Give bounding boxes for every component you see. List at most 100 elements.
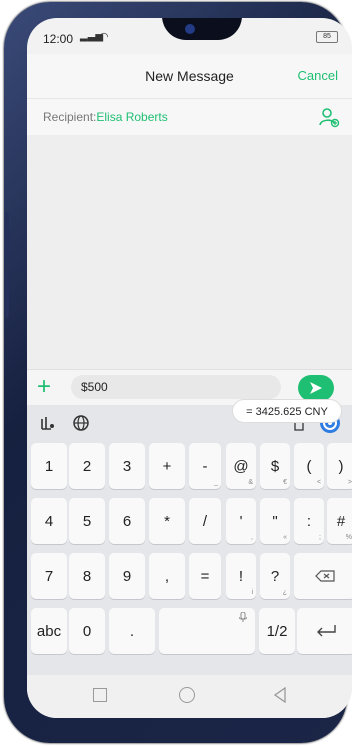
display-notch xyxy=(162,18,242,40)
key-row1-4[interactable]: - _ xyxy=(189,443,221,489)
key-row3-1[interactable]: 8 xyxy=(69,553,105,599)
key-row1-1[interactable]: 2 xyxy=(69,443,105,489)
phone-frame: 12:00 ▂▃▅ ◠ 85 New Message Cancel Recipi… xyxy=(4,2,352,743)
key-label: 6 xyxy=(122,512,132,530)
key-zero[interactable]: 0 xyxy=(69,608,105,654)
key-sublabel: _ xyxy=(214,479,218,486)
key-row1-0[interactable]: 1 xyxy=(31,443,67,489)
key-label: 5 xyxy=(82,512,92,530)
key-row1-3[interactable]: + xyxy=(149,443,185,489)
key-label: 4 xyxy=(44,512,54,530)
key-label: $ xyxy=(270,457,280,475)
key-sublabel: & xyxy=(248,479,253,486)
currency-conversion-tooltip[interactable]: = 3425.625 CNY xyxy=(232,399,342,423)
key-label: * xyxy=(164,512,170,530)
recipient-name[interactable]: Elisa Roberts xyxy=(96,110,167,124)
power-button xyxy=(5,272,9,318)
globe-icon[interactable] xyxy=(71,413,91,433)
key-row1-7[interactable]: (< xyxy=(294,443,324,489)
key-row2-2[interactable]: 6 xyxy=(109,498,145,544)
key-sublabel: « xyxy=(283,534,287,541)
key-sublabel: € xyxy=(283,479,287,486)
key-row2-6[interactable]: " « xyxy=(260,498,290,544)
half-width-key[interactable]: 1/2 xyxy=(259,608,295,654)
key-label: 3 xyxy=(122,457,132,475)
key-label: 7 xyxy=(44,567,54,585)
key-label: ( xyxy=(306,457,312,475)
key-label: " xyxy=(272,512,278,530)
key-row3-0[interactable]: 7 xyxy=(31,553,67,599)
key-row3-3[interactable]: , xyxy=(149,553,185,599)
add-contact-icon[interactable] xyxy=(318,106,340,128)
message-input[interactable]: $500 xyxy=(71,375,281,399)
send-button[interactable] xyxy=(298,375,334,401)
key-label: ) xyxy=(338,457,344,475)
microphone-icon xyxy=(239,612,247,622)
key-sublabel: ¿ xyxy=(282,589,287,596)
key-label: - xyxy=(202,457,208,475)
key-label: 9 xyxy=(122,567,132,585)
back-icon[interactable] xyxy=(273,687,287,703)
backspace-key[interactable] xyxy=(294,553,352,599)
enter-icon xyxy=(317,625,336,637)
key-sublabel: > xyxy=(347,479,352,486)
recipient-label: Recipient: xyxy=(43,110,97,124)
key-row3-5[interactable]: ! i xyxy=(226,553,256,599)
key-row3-2[interactable]: 9 xyxy=(109,553,145,599)
top-bar: New Message Cancel xyxy=(27,54,352,98)
key-sublabel: ; xyxy=(319,534,321,541)
message-area xyxy=(27,135,352,369)
key-row2-1[interactable]: 5 xyxy=(69,498,105,544)
key-row2-5[interactable]: ', xyxy=(226,498,256,544)
key-sublabel: i xyxy=(251,589,253,596)
key-row2-7[interactable]: :; xyxy=(294,498,324,544)
gesture-icon[interactable] xyxy=(37,413,57,433)
key-row1-8[interactable]: ) > xyxy=(327,443,352,489)
key-label: = xyxy=(200,567,210,585)
space-key[interactable] xyxy=(159,608,255,654)
key-row2-8[interactable]: #% xyxy=(327,498,352,544)
key-label: 1 xyxy=(44,457,54,475)
key-row1-5[interactable]: @ & xyxy=(226,443,256,489)
key-row2-4[interactable]: / xyxy=(189,498,221,544)
screen: 12:00 ▂▃▅ ◠ 85 New Message Cancel Recipi… xyxy=(27,18,352,718)
key-label: , xyxy=(164,567,170,585)
camera-icon xyxy=(185,24,195,34)
status-time: 12:00 xyxy=(43,32,74,46)
battery-icon: 85 xyxy=(316,31,338,43)
key-label: # xyxy=(336,512,346,530)
key-label: ? xyxy=(270,567,280,585)
key-label: 8 xyxy=(82,567,92,585)
home-icon[interactable] xyxy=(179,687,195,703)
wifi-icon: ◠ xyxy=(99,31,109,43)
key-label: @ xyxy=(233,457,249,475)
key-sublabel: , xyxy=(251,534,253,541)
key-row1-6[interactable]: $ € xyxy=(260,443,290,489)
add-attachment-button[interactable]: + xyxy=(37,374,51,400)
backspace-icon xyxy=(314,570,335,582)
abc-key[interactable]: abc xyxy=(31,608,67,654)
key-label: + xyxy=(162,457,172,475)
key-row3-6[interactable]: ? ¿ xyxy=(260,553,290,599)
recipient-field[interactable]: Recipient:Elisa Roberts xyxy=(43,110,168,124)
send-icon xyxy=(310,382,322,394)
key-sublabel: < xyxy=(316,479,321,486)
enter-key[interactable] xyxy=(297,608,352,654)
key-row3-4[interactable]: = xyxy=(189,553,221,599)
cancel-button[interactable]: Cancel xyxy=(298,68,338,83)
key-row2-0[interactable]: 4 xyxy=(31,498,67,544)
key-label: / xyxy=(202,512,208,530)
key-dot[interactable]: . xyxy=(109,608,155,654)
key-label: : xyxy=(306,512,312,530)
navigation-bar xyxy=(27,675,352,718)
key-label: 1/2 xyxy=(266,622,288,640)
recipient-row[interactable]: Recipient:Elisa Roberts xyxy=(27,98,352,136)
key-label: abc xyxy=(36,622,62,640)
key-row1-2[interactable]: 3 xyxy=(109,443,145,489)
recent-apps-icon[interactable] xyxy=(93,688,107,702)
key-label: ' xyxy=(239,512,243,530)
key-label: . xyxy=(129,622,135,640)
key-sublabel: % xyxy=(345,534,352,541)
key-label: 2 xyxy=(82,457,92,475)
key-row2-3[interactable]: * xyxy=(149,498,185,544)
